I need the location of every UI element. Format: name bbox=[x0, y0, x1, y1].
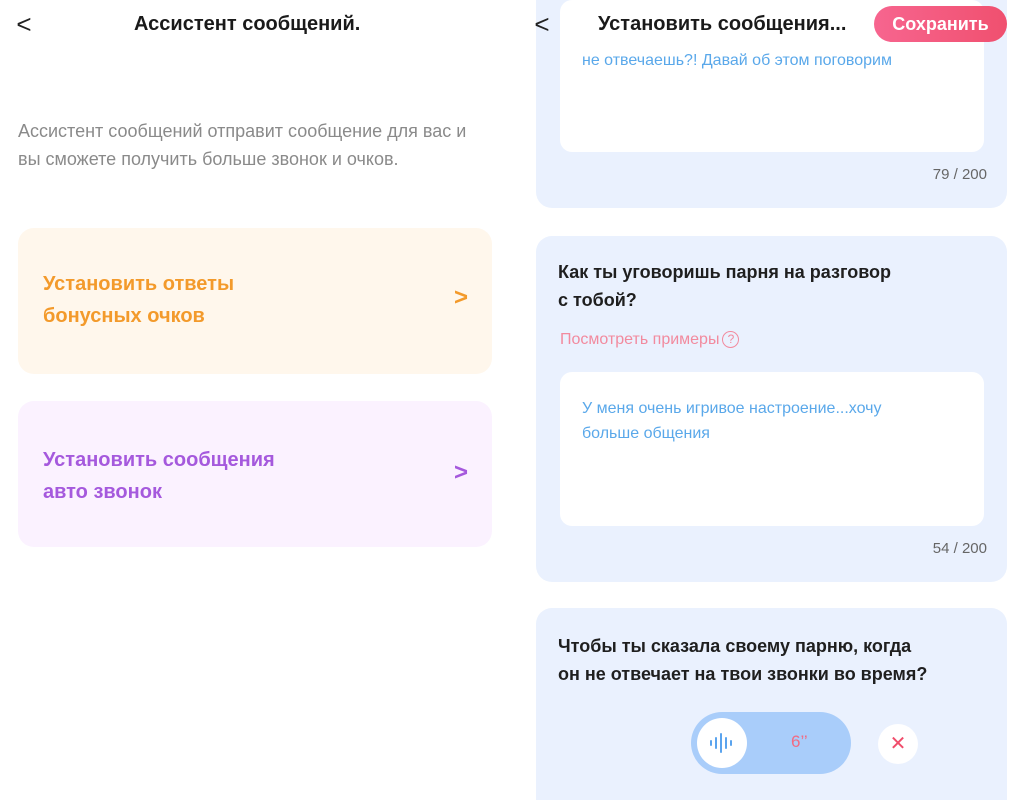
question-text: Чтобы ты сказала своему парню, когда он … bbox=[558, 636, 928, 684]
voice-message[interactable]: 6’’ bbox=[691, 712, 851, 774]
option-label: Установить сообщения авто звонок bbox=[43, 449, 275, 503]
back-arrow-icon[interactable]: < bbox=[530, 9, 554, 39]
assistant-panel: < Ассистент сообщений. Ассистент сообщен… bbox=[0, 0, 510, 800]
sound-wave-icon bbox=[710, 733, 734, 753]
delete-voice-button[interactable]: ✕ bbox=[878, 724, 918, 764]
chevron-right-icon: > bbox=[454, 459, 469, 486]
view-examples-link[interactable]: Посмотреть примеры? bbox=[560, 331, 740, 349]
set-auto-call-messages-option[interactable]: Установить сообщения авто звонок > bbox=[18, 401, 492, 547]
answer-text: не отвечаешь?! Давай об этом поговорим bbox=[582, 52, 892, 69]
header: < Ассистент сообщений. bbox=[0, 0, 510, 50]
header: < Установить сообщения... Сохранить bbox=[516, 0, 1024, 50]
save-button[interactable]: Сохранить bbox=[874, 6, 1007, 42]
page-title: Ассистент сообщений. bbox=[134, 13, 361, 35]
char-counter: 54 / 200 bbox=[932, 540, 987, 557]
question-mark-icon: ? bbox=[722, 331, 740, 348]
char-counter: 79 / 200 bbox=[932, 166, 987, 183]
answer-text: У меня очень игривое настроение...хочу б… bbox=[582, 400, 882, 442]
voice-question-card: Чтобы ты сказала своему парню, когда он … bbox=[536, 608, 1007, 800]
assistant-description: Ассистент сообщений отправит сообщение д… bbox=[18, 121, 467, 169]
question-text: Как ты уговоришь парня на разговор с тоб… bbox=[558, 262, 892, 310]
play-voice-button[interactable] bbox=[697, 718, 747, 768]
back-arrow-icon[interactable]: < bbox=[12, 9, 36, 39]
question-card: Как ты уговоришь парня на разговор с тоб… bbox=[536, 236, 1007, 582]
option-label: Установить ответы бонусных очков bbox=[43, 273, 235, 327]
voice-duration: 6’’ bbox=[791, 732, 808, 751]
chevron-right-icon: > bbox=[454, 284, 469, 311]
set-messages-panel: не отвечаешь?! Давай об этом поговорим 7… bbox=[516, 0, 1024, 800]
answer-box[interactable]: У меня очень игривое настроение...хочу б… bbox=[560, 372, 984, 526]
set-bonus-replies-option[interactable]: Установить ответы бонусных очков > bbox=[18, 228, 492, 374]
page-title: Установить сообщения... bbox=[598, 13, 847, 35]
